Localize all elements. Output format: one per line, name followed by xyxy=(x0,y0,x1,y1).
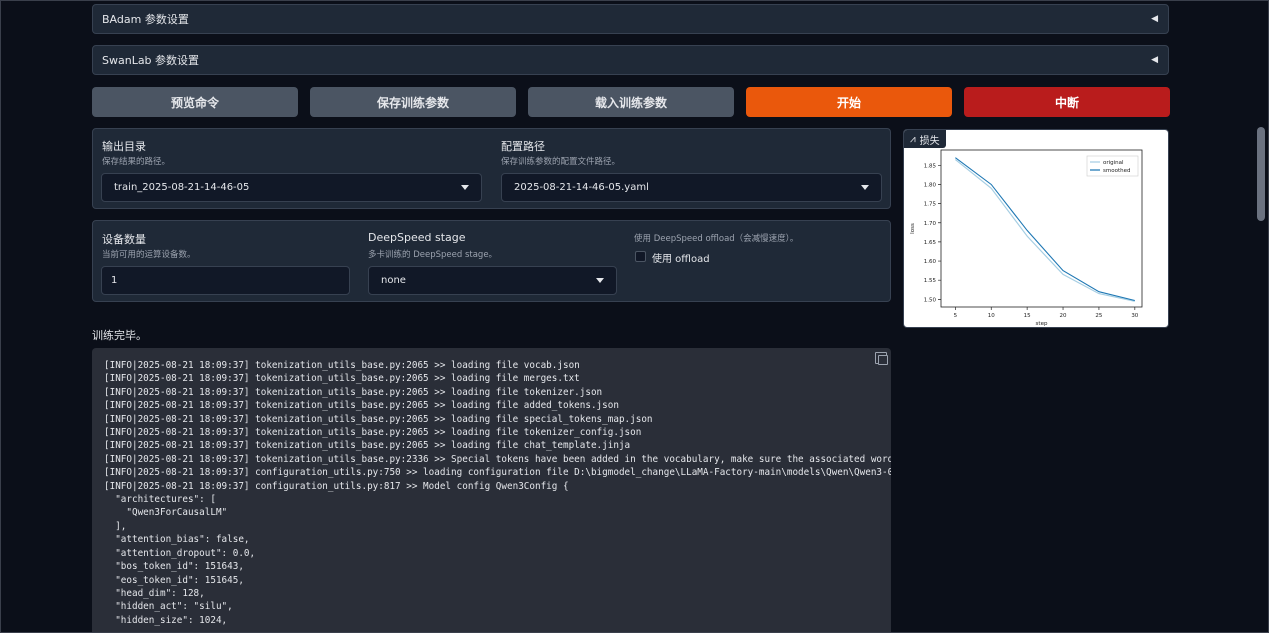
x-tick-label: 25 xyxy=(1095,313,1102,319)
y-tick-label: 1.65 xyxy=(924,240,937,246)
log-line: [INFO|2025-08-21 18:09:37] tokenization_… xyxy=(104,440,631,452)
output-dir-value: train_2025-08-21-14-46-05 xyxy=(114,182,250,193)
preview-command-button[interactable]: 预览命令 xyxy=(92,87,298,117)
x-tick-label: 30 xyxy=(1131,313,1138,319)
chevron-down-icon xyxy=(596,278,604,283)
log-line: [INFO|2025-08-21 18:09:37] tokenization_… xyxy=(104,373,580,385)
log-line: [INFO|2025-08-21 18:09:37] tokenization_… xyxy=(104,427,642,439)
log-line: "Qwen3ForCausalLM" xyxy=(104,507,228,519)
chevron-down-icon xyxy=(861,185,869,190)
device-count-value: 1 xyxy=(111,275,118,286)
config-path-value: 2025-08-21-14-46-05.yaml xyxy=(514,182,649,193)
log-line: "attention_bias": false, xyxy=(104,534,250,546)
plot-tag-label: 损失 xyxy=(919,135,940,147)
log-line: [INFO|2025-08-21 18:09:37] tokenization_… xyxy=(104,386,603,398)
swanlab-accordion[interactable]: SwanLab 参数设置 ◀ xyxy=(92,45,1169,75)
y-tick-label: 1.80 xyxy=(924,182,937,188)
output-config-panel: 输出目录 保存结果的路径。 train_2025-08-21-14-46-05 … xyxy=(92,128,891,209)
log-line: [INFO|2025-08-21 18:09:37] tokenization_… xyxy=(104,453,891,465)
deepspeed-stage-value: none xyxy=(381,275,406,286)
log-output: [INFO|2025-08-21 18:09:37] tokenization_… xyxy=(92,348,891,632)
log-line: "hidden_size": 1024, xyxy=(104,614,228,626)
legend-label-smoothed: smoothed xyxy=(1103,168,1130,174)
offload-info: 使用 DeepSpeed offload（会减慢速度）。 xyxy=(634,234,799,244)
output-dir-label: 输出目录 xyxy=(102,140,146,153)
x-axis-label: step xyxy=(1036,321,1048,327)
y-tick-label: 1.55 xyxy=(924,278,937,284)
x-tick-label: 5 xyxy=(954,313,958,319)
swanlab-accordion-label: SwanLab 参数设置 xyxy=(102,54,200,67)
y-tick-label: 1.60 xyxy=(924,259,937,265)
load-args-button[interactable]: 载入训练参数 xyxy=(528,87,734,117)
log-line: "head_dim": 128, xyxy=(104,587,205,599)
page-scrollbar[interactable] xyxy=(1257,127,1265,221)
stop-button[interactable]: 中断 xyxy=(964,87,1170,117)
y-tick-label: 1.50 xyxy=(924,297,937,303)
config-path-dropdown[interactable]: 2025-08-21-14-46-05.yaml xyxy=(501,173,882,202)
chevron-down-icon xyxy=(461,185,469,190)
chart-icon: ⩘ xyxy=(910,133,916,145)
log-line: "bos_token_id": 151643, xyxy=(104,561,244,573)
config-path-info: 保存训练参数的配置文件路径。 xyxy=(501,157,621,167)
y-axis-label: loss xyxy=(910,223,916,234)
config-path-label: 配置路径 xyxy=(501,140,545,153)
save-args-button[interactable]: 保存训练参数 xyxy=(310,87,516,117)
collapse-arrow-icon: ◀ xyxy=(1151,55,1158,65)
log-line: [INFO|2025-08-21 18:09:37] tokenization_… xyxy=(104,360,580,371)
log-line: "hidden_act": "silu", xyxy=(104,601,233,613)
device-count-info: 当前可用的运算设备数。 xyxy=(102,250,196,260)
x-tick-label: 15 xyxy=(1024,313,1031,319)
log-line: ], xyxy=(104,520,127,532)
device-count-input[interactable]: 1 xyxy=(101,266,350,295)
log-lines: [INFO|2025-08-21 18:09:37] tokenization_… xyxy=(104,359,891,627)
badam-accordion-label: BAdam 参数设置 xyxy=(102,13,189,26)
log-line: [INFO|2025-08-21 18:09:37] configuration… xyxy=(104,467,891,479)
deepspeed-stage-label: DeepSpeed stage xyxy=(368,231,466,244)
loss-plot: ⩘ 损失 5 10 15 20 25 30 1.50 1.55 1.60 1.65 1.70 1.75… xyxy=(903,129,1169,328)
log-line: "architectures": [ xyxy=(104,494,216,506)
plot-tag: ⩘ 损失 xyxy=(904,130,946,148)
x-tick-label: 20 xyxy=(1060,313,1067,319)
log-line: [INFO|2025-08-21 18:09:37] tokenization_… xyxy=(104,400,619,412)
output-dir-info: 保存结果的路径。 xyxy=(102,157,171,167)
series-line-smoothed xyxy=(955,157,1135,302)
device-count-label: 设备数量 xyxy=(102,233,146,246)
loss-chart: 5 10 15 20 25 30 1.50 1.55 1.60 1.65 1.70 1.75 1.80 1… xyxy=(910,149,1143,327)
badam-accordion[interactable]: BAdam 参数设置 ◀ xyxy=(92,4,1169,34)
collapse-arrow-icon: ◀ xyxy=(1151,14,1158,24)
log-line: [INFO|2025-08-21 18:09:37] configuration… xyxy=(104,480,569,492)
offload-checkbox[interactable] xyxy=(635,251,646,262)
y-tick-label: 1.75 xyxy=(924,202,937,208)
log-line: "eos_token_id": 151645, xyxy=(104,574,244,586)
log-line: [INFO|2025-08-21 18:09:37] tokenization_… xyxy=(104,413,653,425)
deepspeed-stage-dropdown[interactable]: none xyxy=(368,266,617,295)
deepspeed-stage-info: 多卡训练的 DeepSpeed stage。 xyxy=(368,250,498,260)
legend-label-original: original xyxy=(1103,160,1124,166)
output-dir-dropdown[interactable]: train_2025-08-21-14-46-05 xyxy=(101,173,482,202)
x-tick-label: 10 xyxy=(988,313,995,319)
offload-label: 使用 offload xyxy=(652,254,710,265)
start-button[interactable]: 开始 xyxy=(746,87,952,117)
device-panel: 设备数量 当前可用的运算设备数。 1 DeepSpeed stage 多卡训练的… xyxy=(92,220,891,302)
y-tick-label: 1.70 xyxy=(924,221,937,227)
training-status: 训练完毕。 xyxy=(92,329,147,342)
series-line-original xyxy=(954,159,1135,302)
app-frame: BAdam 参数设置 ◀ SwanLab 参数设置 ◀ 预览命令 保存训练参数 … xyxy=(0,0,1269,633)
log-line: "attention_dropout": 0.0, xyxy=(104,547,256,559)
y-tick-label: 1.85 xyxy=(924,163,937,169)
copy-icon[interactable] xyxy=(875,352,888,365)
